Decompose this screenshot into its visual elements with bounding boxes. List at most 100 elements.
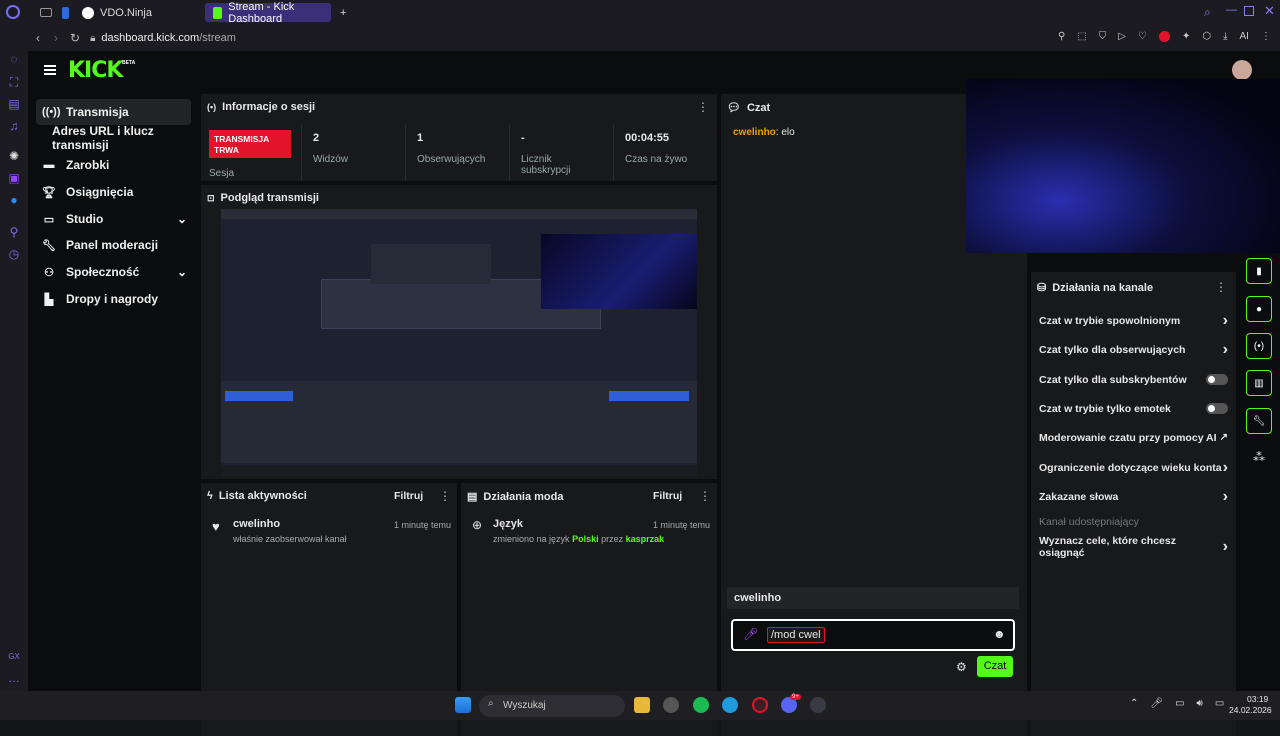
more-options-icon[interactable]: ⋮ [697,100,709,114]
sidebar-item-panel-moderacji[interactable]: 🔧︎ Panel moderacji [36,232,191,258]
back-icon[interactable]: ‹ [36,31,40,45]
channel-action-row[interactable]: Ograniczenie dotyczące wieku konta › [1039,453,1236,482]
more-options-icon[interactable]: ⋮ [699,489,711,503]
opera-gx-icon[interactable] [752,697,768,713]
chevron-right-icon[interactable]: › [1223,312,1228,330]
tab-kick-dashboard[interactable]: Stream - Kick Dashboard [205,1,331,25]
maximize-icon[interactable] [1244,6,1254,16]
channel-action-row[interactable]: Czat w trybie spowolnionym › [1039,306,1236,335]
download-icon[interactable]: ⤓ [1223,31,1227,42]
external-link-icon[interactable]: ↗ [1220,432,1228,443]
close-icon[interactable]: ✕ [1264,3,1275,19]
sidebar-item-spolecznosc[interactable]: ⚇ Społeczność ⌄ [36,259,191,285]
windows-start-icon[interactable] [455,697,471,713]
messenger-icon[interactable]: ● [7,193,21,207]
sidebar-item-zarobki[interactable]: ▬ Zarobki [36,152,191,178]
chat-username[interactable]: cwelinho [733,127,776,138]
edge-icon[interactable] [722,697,738,713]
channel-action-row[interactable]: Czat tylko dla obserwujących › [1039,335,1236,364]
pin-icon[interactable]: ⚲ [1058,31,1065,42]
sidebar-item-stream-key[interactable]: Adres URL i klucz transmisji [36,124,206,152]
music-icon[interactable]: ♫ [7,119,21,133]
toggle-switch[interactable] [1206,403,1228,414]
nodes-icon[interactable]: ⁂ [1253,450,1265,464]
aria-icon[interactable]: ◌ [7,52,21,66]
menu-icon[interactable]: ⋮ [1261,31,1271,42]
history-icon[interactable]: ◷ [7,247,21,261]
avatar[interactable] [1232,60,1252,80]
battery-icon[interactable]: ▭ [1215,698,1224,709]
taskbar-search[interactable]: ⌕ Wyszukaj [479,695,625,717]
twitch-tracker-icon[interactable]: ▤ [7,97,21,111]
puzzle-icon[interactable]: ✦ [1182,31,1190,42]
send-chat-button[interactable]: Czat [977,656,1013,677]
clock-date[interactable]: 24.02.2026 [1229,705,1272,715]
ai-button[interactable]: AI [1240,31,1249,42]
wrench-icon[interactable]: 🔧︎ [1246,408,1272,434]
lightning-icon: ϟ [207,490,213,502]
play-icon[interactable]: ▷ [1118,31,1126,42]
filter-button[interactable]: Filtruj [653,490,682,502]
forward-icon[interactable]: › [54,31,58,45]
channel-action-row[interactable]: Czat tylko dla subskrybentów [1039,365,1236,394]
more-icon[interactable]: … [7,671,21,685]
gx-corner-icon[interactable]: ⛶ [7,75,21,89]
stream-preview-video[interactable] [221,209,697,477]
emote-icon[interactable]: ☻ [993,627,1006,641]
sidebar-item-dropy[interactable]: ▙ Dropy i nagrody [36,286,191,312]
channel-action-row[interactable]: Czat w trybie tylko emotek [1039,394,1236,423]
sidebar-item-transmisja[interactable]: ((•)) Transmisja [36,99,191,125]
channel-action-row[interactable]: Wyznacz cele, które chcesz osiągnąć › [1039,532,1236,561]
new-tab-button[interactable]: + [332,3,354,22]
channel-action-row[interactable]: Moderowanie czatu przy pomocy AI ↗ [1039,423,1236,452]
subs-label: Licznik subskrypcji [521,154,571,176]
channel-action-row[interactable]: Zakazane słowa › [1039,482,1236,511]
spotify-icon[interactable] [693,697,709,713]
reload-icon[interactable]: ↻ [70,31,80,45]
cube-icon[interactable]: ⬡ [1202,31,1211,42]
chevron-right-icon[interactable]: › [1223,341,1228,359]
chevron-right-icon[interactable]: › [1223,538,1228,556]
file-explorer-icon[interactable] [634,697,650,713]
hamburger-menu-icon[interactable] [44,65,56,75]
pin-side-icon[interactable]: ⚲ [7,225,21,239]
search-icon[interactable]: ⌕ [1204,5,1211,20]
activity-user[interactable]: cwelinho [233,518,280,530]
minimize-icon[interactable]: — [1226,4,1237,16]
url-field[interactable]: dashboard.kick.com/stream [101,32,236,44]
clock-time[interactable]: 03:19 [1247,694,1268,704]
broadcast-icon[interactable]: (•) [1246,333,1272,359]
sidebar-item-osiagniecia[interactable]: 🏆︎ Osiągnięcia [36,179,191,205]
toggle-switch[interactable] [1206,374,1228,385]
steam-icon[interactable] [810,697,826,713]
chatgpt-icon[interactable]: ✺ [7,149,21,163]
more-options-icon[interactable]: ⋮ [1215,280,1227,294]
microphone-icon[interactable]: 🎤︎ [743,627,758,641]
volume-icon[interactable]: 🔊︎ [1197,698,1203,709]
chevron-up-icon[interactable]: ⌃ [1130,698,1138,709]
mention-suggestion[interactable]: cwelinho [727,587,1019,609]
opera-logo-icon[interactable] [6,5,20,19]
shield-icon[interactable]: ⛉ [1099,31,1107,42]
filter-button[interactable]: Filtruj [394,490,423,502]
app-cube-icon[interactable] [663,697,679,713]
microphone-icon[interactable]: 🎤︎ [1150,698,1163,709]
tab-vdo-ninja[interactable]: VDO.Ninja [74,3,202,22]
chat-bubble-icon[interactable]: ● [1246,296,1272,322]
twitch-icon[interactable]: ▣ [7,171,21,185]
more-options-icon[interactable]: ⋮ [439,489,451,503]
sidebar-item-studio[interactable]: ▭ Studio ⌄ [36,206,191,232]
heart-icon[interactable]: ♡ [1138,31,1147,42]
settings-gear-icon[interactable]: ⚙ [956,660,967,674]
snapshot-icon[interactable]: ⬚ [1077,31,1086,42]
adblock-icon[interactable] [1158,31,1170,42]
chevron-right-icon[interactable]: › [1223,459,1228,477]
chevron-right-icon[interactable]: › [1223,488,1228,506]
network-icon[interactable]: ▭ [1175,698,1184,709]
kick-logo[interactable]: KICK [68,58,123,83]
chat-input[interactable]: /mod cwel [767,627,825,643]
notes-icon[interactable]: ▮ [1246,258,1272,284]
layout-icon[interactable]: ▥ [1246,370,1272,396]
chat-input-box[interactable]: 🎤︎ /mod cwel ☻ [731,619,1015,651]
webcam-overlay[interactable] [966,79,1280,253]
